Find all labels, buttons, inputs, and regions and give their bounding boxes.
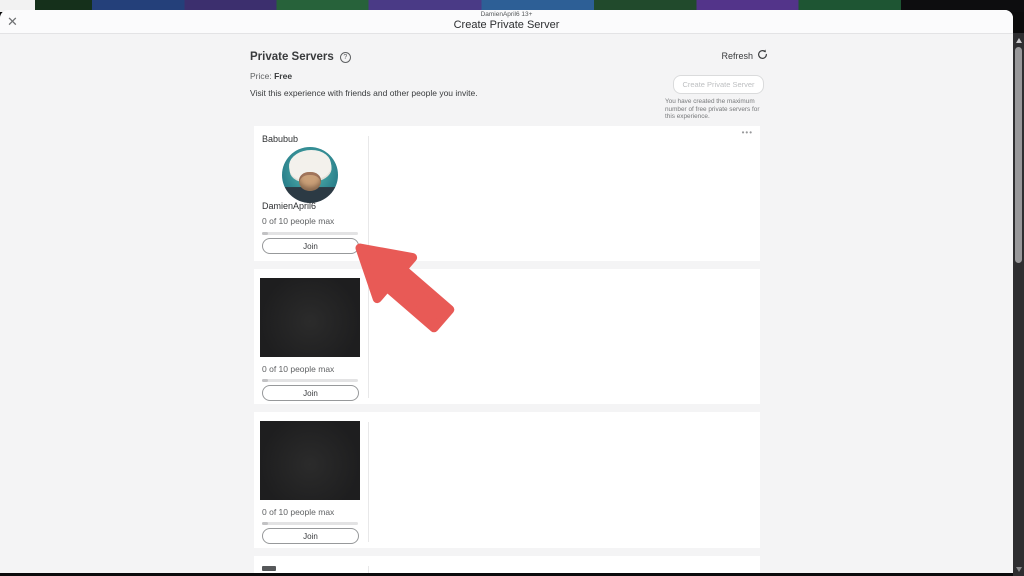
capacity-label: 0 of 10 people max — [262, 216, 335, 226]
card-info-column: 0 of 10 people max Join — [254, 269, 368, 404]
refresh-icon — [757, 47, 768, 65]
capacity-progress-bar — [262, 522, 358, 525]
scrollbar[interactable] — [1013, 33, 1024, 576]
private-server-card: 0 of 10 people max Join — [254, 412, 760, 548]
join-button[interactable]: Join — [262, 238, 359, 254]
section-heading: Private Servers — [250, 51, 334, 63]
card-divider — [368, 566, 369, 573]
private-server-card-partial — [254, 556, 760, 573]
card-menu-icon[interactable]: ••• — [742, 128, 753, 138]
server-name: Babubub — [262, 134, 299, 144]
card-divider — [368, 136, 369, 255]
screen: ✕ DamienApril6 13+ Create Private Server… — [0, 0, 1024, 576]
private-server-list: Babubub DamienApril6 0 of 10 people max … — [254, 126, 760, 573]
private-servers-section-header: Private Servers ? Price: Free Visit this… — [250, 51, 670, 98]
capacity-progress-bar — [262, 232, 358, 235]
join-button[interactable]: Join — [262, 385, 359, 401]
join-button[interactable]: Join — [262, 528, 359, 544]
experience-name-label: DamienApril6 13+ — [480, 11, 533, 18]
create-private-server-button[interactable]: Create Private Server — [673, 75, 764, 94]
redacted-thumbnail — [260, 421, 360, 500]
modal-title: Create Private Server — [453, 19, 560, 31]
scrollbar-up-arrow-icon[interactable] — [1015, 38, 1022, 43]
price-line: Price: Free — [250, 71, 670, 81]
modal-body: Private Servers ? Price: Free Visit this… — [0, 35, 1013, 573]
capacity-label: 0 of 10 people max — [262, 364, 335, 374]
section-description: Visit this experience with friends and o… — [250, 88, 478, 98]
card-divider — [368, 422, 369, 542]
scrollbar-thumb[interactable] — [1015, 47, 1022, 263]
refresh-label: Refresh — [721, 51, 753, 61]
modal-header: ✕ DamienApril6 13+ Create Private Server — [0, 10, 1013, 34]
card-divider — [368, 279, 369, 398]
redacted-thumbnail — [260, 278, 360, 357]
help-icon[interactable]: ? — [339, 51, 351, 63]
capacity-label: 0 of 10 people max — [262, 507, 335, 517]
card-info-column: 0 of 10 people max Join — [254, 412, 368, 548]
owner-avatar — [282, 147, 338, 203]
refresh-button[interactable]: Refresh — [665, 47, 768, 65]
card-info-column: Babubub DamienApril6 0 of 10 people max … — [254, 126, 368, 261]
price-value: Free — [274, 71, 293, 81]
create-button-note: You have created the maximum number of f… — [665, 98, 760, 121]
price-label: Price: — [250, 71, 272, 81]
private-server-card: Babubub DamienApril6 0 of 10 people max … — [254, 126, 760, 261]
owner-name: DamienApril6 — [262, 201, 317, 211]
modal-title-stack: DamienApril6 13+ Create Private Server — [0, 11, 1013, 32]
create-private-server-modal: ✕ DamienApril6 13+ Create Private Server… — [0, 10, 1013, 573]
capacity-progress-bar — [262, 379, 358, 382]
scrollbar-down-arrow-icon[interactable] — [1015, 567, 1022, 572]
partial-server-name — [262, 566, 276, 571]
server-actions: Refresh Create Private Server You have c… — [665, 47, 768, 121]
private-server-card: 0 of 10 people max Join — [254, 269, 760, 404]
